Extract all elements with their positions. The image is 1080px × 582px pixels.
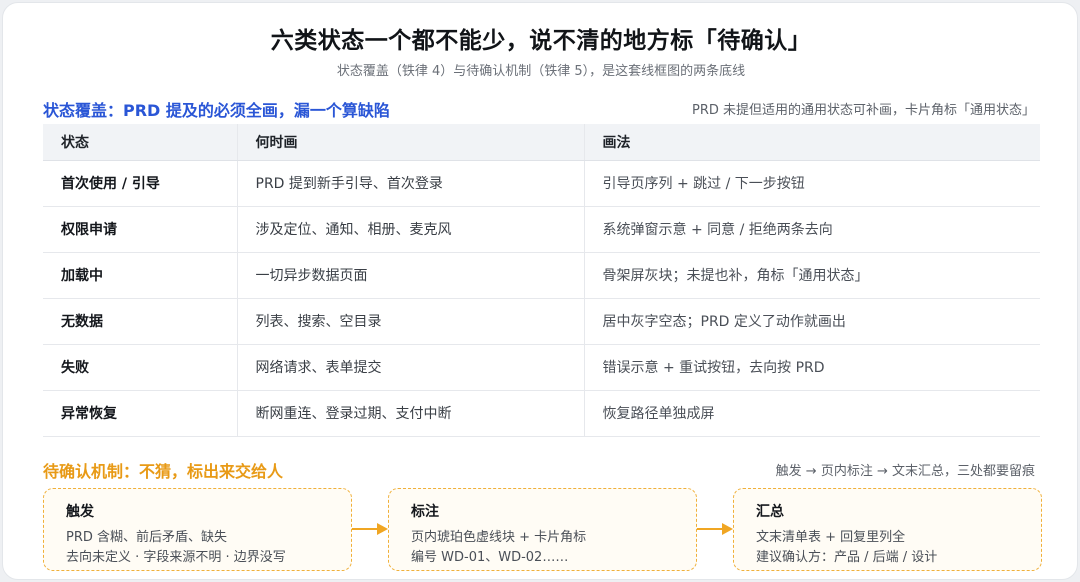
annotate-box: 标注 页内琥珀色虚线块 + 卡片角标 编号 WD-01、WD-02…… — [388, 488, 697, 571]
how-cell: 系统弹窗示意 + 同意 / 拒绝两条去向 — [583, 206, 1040, 253]
when-cell: 涉及定位、通知、相册、麦克风 — [236, 206, 584, 253]
when-cell: 一切异步数据页面 — [236, 252, 584, 299]
trigger-box: 触发 PRD 含糊、前后矛盾、缺失 去向未定义 · 字段来源不明 · 边界没写 — [43, 488, 352, 571]
when-cell: PRD 提到新手引导、首次登录 — [236, 160, 584, 207]
right-arrow-icon — [697, 523, 733, 535]
state-cell: 异常恢复 — [43, 390, 237, 437]
state-cell: 无数据 — [43, 298, 237, 345]
summary-box: 汇总 文末清单表 + 回复里列全 建议确认方：产品 / 后端 / 设计 — [733, 488, 1042, 571]
table-row: 权限申请 涉及定位、通知、相册、麦克风 系统弹窗示意 + 同意 / 拒绝两条去向 — [43, 206, 1040, 253]
column-header-state: 状态 — [43, 124, 237, 161]
annotate-line: 编号 WD-01、WD-02…… — [411, 550, 569, 565]
column-header-how: 画法 — [583, 124, 1040, 161]
pending-heading: 待确认机制：不猜，标出来交给人 — [43, 462, 284, 481]
how-cell: 错误示意 + 重试按钮，去向按 PRD — [583, 344, 1040, 391]
coverage-heading: 状态覆盖：PRD 提及的必须全画，漏一个算缺陷 — [43, 101, 390, 120]
when-cell: 列表、搜索、空目录 — [236, 298, 584, 345]
state-cell: 加载中 — [43, 252, 237, 299]
table-row: 加载中 一切异步数据页面 骨架屏灰块；未提也补，角标「通用状态」 — [43, 252, 1040, 299]
table-header-row: 状态 何时画 画法 — [43, 124, 1040, 161]
table-row: 异常恢复 断网重连、登录过期、支付中断 恢复路径单独成屏 — [43, 390, 1040, 437]
trigger-line: 去向未定义 · 字段来源不明 · 边界没写 — [66, 550, 286, 565]
when-cell: 断网重连、登录过期、支付中断 — [236, 390, 584, 437]
how-cell: 居中灰字空态；PRD 定义了动作就画出 — [583, 298, 1040, 345]
how-cell: 骨架屏灰块；未提也补，角标「通用状态」 — [583, 252, 1040, 299]
table-row: 首次使用 / 引导 PRD 提到新手引导、首次登录 引导页序列 + 跳过 / 下… — [43, 160, 1040, 207]
how-cell: 恢复路径单独成屏 — [583, 390, 1040, 437]
coverage-note: PRD 未提但适用的通用状态可补画，卡片角标「通用状态」 — [691, 103, 1035, 118]
summary-line: 建议确认方：产品 / 后端 / 设计 — [756, 550, 938, 565]
summary-title: 汇总 — [756, 504, 784, 520]
state-cell: 失败 — [43, 344, 237, 391]
annotate-title: 标注 — [411, 504, 439, 520]
how-cell: 引导页序列 + 跳过 / 下一步按钮 — [583, 160, 1040, 207]
state-table: 状态 何时画 画法 首次使用 / 引导 PRD 提到新手引导、首次登录 引导页序… — [43, 124, 1040, 437]
trigger-title: 触发 — [66, 504, 94, 520]
summary-line: 文末清单表 + 回复里列全 — [756, 530, 906, 545]
page-subtitle: 状态覆盖（铁律 4）与待确认机制（铁律 5），是这套线框图的两条底线 — [336, 64, 746, 79]
when-cell: 网络请求、表单提交 — [236, 344, 584, 391]
state-cell: 权限申请 — [43, 206, 237, 253]
trigger-line: PRD 含糊、前后矛盾、缺失 — [66, 530, 228, 545]
annotate-line: 页内琥珀色虚线块 + 卡片角标 — [411, 530, 587, 545]
column-header-when: 何时画 — [236, 124, 584, 161]
right-arrow-icon — [352, 523, 388, 535]
page-title: 六类状态一个都不能少，说不清的地方标「待确认」 — [270, 28, 812, 54]
pending-note: 触发 → 页内标注 → 文末汇总，三处都要留痕 — [775, 464, 1035, 479]
main-card: 六类状态一个都不能少，说不清的地方标「待确认」 状态覆盖（铁律 4）与待确认机制… — [2, 2, 1078, 580]
state-cell: 首次使用 / 引导 — [43, 160, 237, 207]
table-row: 失败 网络请求、表单提交 错误示意 + 重试按钮，去向按 PRD — [43, 344, 1040, 391]
table-row: 无数据 列表、搜索、空目录 居中灰字空态；PRD 定义了动作就画出 — [43, 298, 1040, 345]
